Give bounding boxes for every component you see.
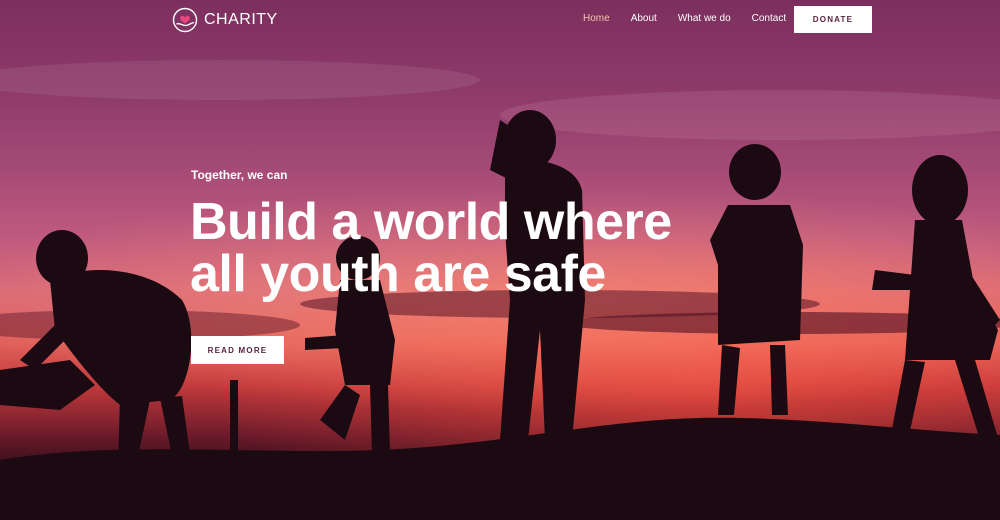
hero-section: CHARITY Home About What we do Contact DO… [0, 0, 1000, 520]
nav-item-contact[interactable]: Contact [752, 13, 786, 24]
hero-headline-line-2: all youth are safe [190, 245, 606, 303]
brand-name: CHARITY [204, 11, 278, 28]
top-navigation: CHARITY Home About What we do Contact DO… [0, 0, 1000, 40]
donate-button[interactable]: DONATE [794, 6, 872, 33]
nav-menu: Home About What we do Contact [583, 13, 786, 24]
hero-headline-line-1: Build a world where [190, 193, 672, 251]
brand-logo[interactable]: CHARITY [172, 7, 278, 33]
hero-eyebrow: Together, we can [191, 168, 288, 182]
hero-headline: Build a world where all youth are safe [190, 196, 790, 300]
nav-item-home[interactable]: Home [583, 13, 610, 24]
nav-item-about[interactable]: About [631, 13, 657, 24]
read-more-button[interactable]: READ MORE [191, 336, 284, 364]
nav-item-what-we-do[interactable]: What we do [678, 13, 731, 24]
heart-hand-icon [172, 7, 198, 33]
